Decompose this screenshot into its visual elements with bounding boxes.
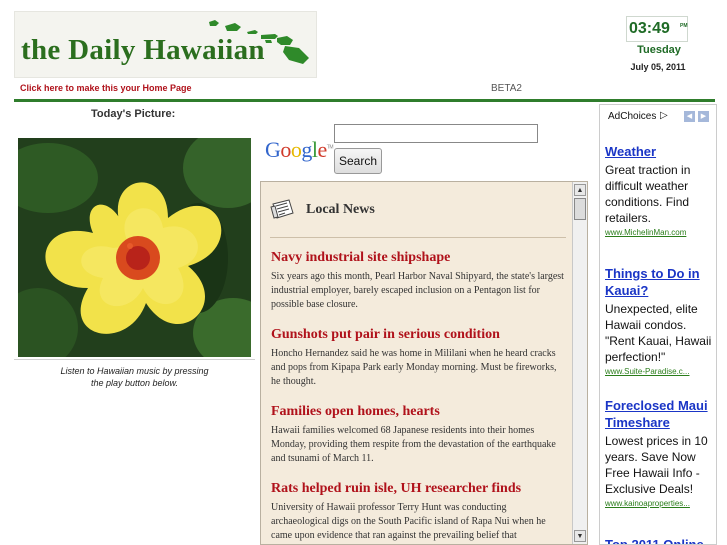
news-summary: Honcho Hernandez said he was home in Mil…	[271, 348, 557, 387]
site-logo[interactable]: the Daily Hawaiian	[14, 11, 317, 78]
header-divider	[14, 99, 715, 102]
ad-title-link[interactable]: Things to Do in Kauai?	[605, 265, 715, 299]
ad-title-link[interactable]: Foreclosed Maui Timeshare	[605, 397, 715, 431]
todays-picture-title: Today's Picture:	[91, 108, 176, 120]
news-headline-link[interactable]: Gunshots put pair in serious condition	[271, 326, 565, 344]
scroll-up-arrow-icon[interactable]: ▲	[574, 184, 586, 196]
news-summary: Six years ago this month, Pearl Harbor N…	[271, 271, 564, 310]
clock-widget: 03:49 PM	[626, 16, 688, 42]
news-divider	[270, 237, 566, 238]
ad-prev-icon[interactable]: ◀	[684, 111, 695, 122]
caption-rule	[14, 359, 255, 360]
scrollbar-thumb[interactable]	[574, 198, 586, 220]
hibiscus-photo	[18, 138, 251, 357]
ad-url-link[interactable]: www.kainoaproperties...	[605, 499, 715, 508]
ad-item: Things to Do in Kauai? Unexpected, elite…	[605, 265, 715, 376]
google-letter: o	[290, 137, 302, 162]
ad-title-link[interactable]: Top 2011 Online	[605, 536, 715, 544]
logo-text: the Daily Hawaiian	[21, 34, 265, 66]
caption-line-2: the play button below.	[90, 378, 179, 388]
ad-item: Foreclosed Maui Timeshare Lowest prices …	[605, 397, 715, 508]
clock-date: July 05, 2011	[630, 62, 686, 72]
search-input[interactable]	[334, 124, 538, 143]
news-story: Families open homes, hearts Hawaii famil…	[271, 403, 565, 466]
ad-title-link[interactable]: Weather	[605, 143, 715, 160]
google-tm: TM	[326, 144, 334, 151]
google-letter: g	[301, 137, 312, 162]
ad-url-link[interactable]: www.MichelinMan.com	[605, 228, 715, 237]
ad-body: Unexpected, elite Hawaii condos. "Rent K…	[605, 302, 712, 364]
news-story: Navy industrial site shipshape Six years…	[271, 249, 565, 312]
google-logo: GoogleTM	[265, 137, 334, 163]
local-news-title: Local News	[306, 202, 375, 217]
adchoices-play-icon[interactable]: ▷	[660, 110, 668, 121]
news-story: Rats helped ruin isle, UH researcher fin…	[271, 480, 565, 543]
ad-item: Top 2011 Online	[605, 536, 715, 544]
ad-item: Weather Great traction in difficult weat…	[605, 143, 715, 237]
ads-column: AdChoices ▷ ◀ ▶ Weather Great traction i…	[599, 104, 717, 545]
clock-day: Tuesday	[637, 44, 681, 56]
picture-caption: Listen to Hawaiian music by pressing the…	[18, 365, 251, 389]
newspaper-icon	[270, 199, 294, 219]
caption-line-1: Listen to Hawaiian music by pressing	[60, 366, 209, 376]
clock-time: 03:49	[629, 20, 670, 37]
news-headline-link[interactable]: Rats helped ruin isle, UH researcher fin…	[271, 480, 565, 498]
beta-label: BETA2	[491, 83, 522, 94]
news-headline-link[interactable]: Navy industrial site shipshape	[271, 249, 565, 267]
adchoices-label[interactable]: AdChoices	[608, 111, 656, 122]
news-summary: University of Hawaii professor Terry Hun…	[271, 502, 546, 541]
news-summary: Hawaii families welcomed 68 Japanese res…	[271, 425, 556, 464]
ad-body: Lowest prices in 10 years. Save Now Free…	[605, 434, 708, 496]
scroll-down-arrow-icon[interactable]: ▼	[574, 530, 586, 542]
local-news-panel[interactable]: Local News Navy industrial site shipshap…	[260, 181, 588, 545]
news-headline-link[interactable]: Families open homes, hearts	[271, 403, 565, 421]
google-letter: o	[280, 137, 291, 162]
search-button[interactable]: Search	[334, 148, 382, 174]
google-letter: G	[265, 137, 281, 162]
ad-next-icon[interactable]: ▶	[698, 111, 709, 122]
google-letter: e	[317, 137, 328, 162]
ad-body: Great traction in difficult weather cond…	[605, 163, 691, 225]
clock-ampm: PM	[680, 23, 688, 29]
ad-url-link[interactable]: www.Suite-Paradise.c...	[605, 367, 715, 376]
news-scrollbar[interactable]: ▲ ▼	[572, 182, 587, 544]
set-home-page-link[interactable]: Click here to make this your Home Page	[20, 83, 192, 93]
news-story: Gunshots put pair in serious condition H…	[271, 326, 565, 389]
